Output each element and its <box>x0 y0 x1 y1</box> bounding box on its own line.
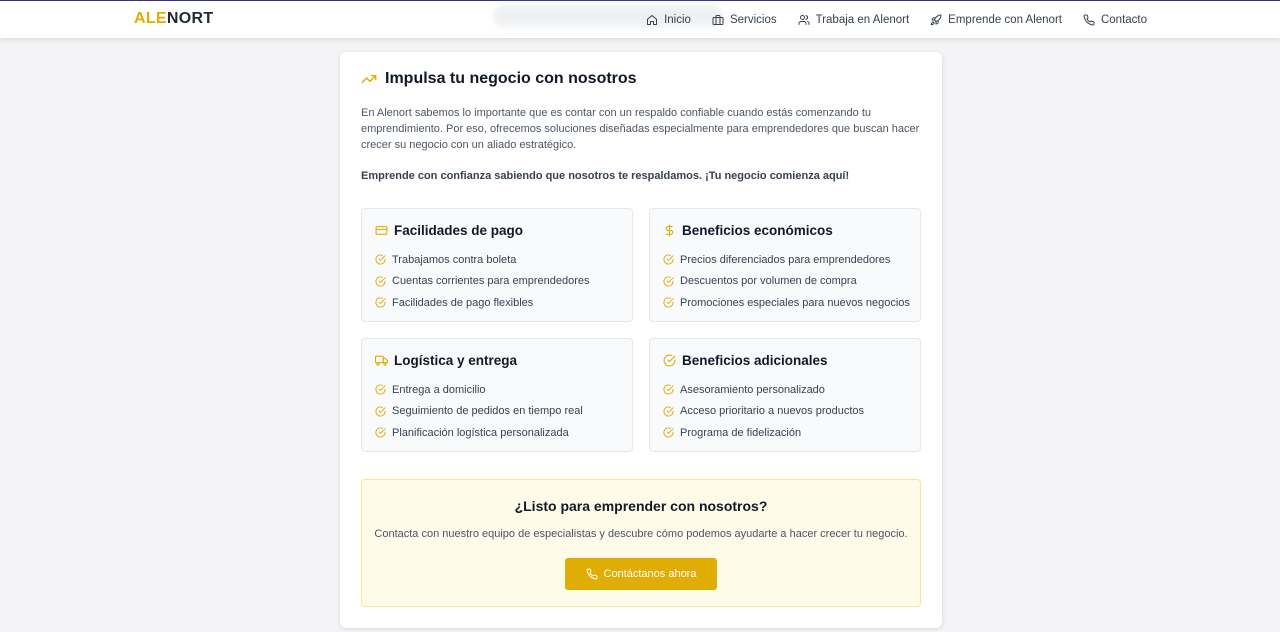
list-item: Precios diferenciados para emprendedores <box>663 249 910 271</box>
nav-contacto[interactable]: Contacto <box>1083 14 1147 26</box>
phone-icon <box>1083 14 1095 26</box>
top-navbar: ALENORT Inicio Servicios Trabaja en Alen… <box>0 0 1280 38</box>
box-header: Logística y entrega <box>375 353 517 368</box>
check-circle-icon <box>375 254 386 265</box>
check-circle-icon <box>375 406 386 417</box>
cta-panel: ¿Listo para emprender con nosotros? Cont… <box>361 479 921 607</box>
box-header: Facilidades de pago <box>375 223 523 238</box>
list-item-label: Planificación logística personalizada <box>392 426 569 439</box>
contact-now-button[interactable]: Contáctanos ahora <box>565 558 717 590</box>
nav-servicios-label: Servicios <box>729 14 777 26</box>
list-item-label: Promociones especiales para nuevos negoc… <box>680 296 910 309</box>
list-item: Promociones especiales para nuevos negoc… <box>663 292 910 314</box>
card-header: Impulsa tu negocio con nosotros <box>361 70 637 88</box>
cta-text: Contacta con nuestro equipo de especiali… <box>374 528 908 540</box>
box-header: Beneficios económicos <box>663 223 833 238</box>
nav-servicios[interactable]: Servicios <box>712 14 777 26</box>
list-item: Seguimiento de pedidos en tiempo real <box>375 401 583 423</box>
check-circle-icon <box>375 276 386 287</box>
box-logistica-entrega: Logística y entrega Entrega a domicilio … <box>361 338 633 452</box>
logo-part-nort: NORT <box>166 10 214 27</box>
home-icon <box>647 15 658 25</box>
list-item: Acceso prioritario a nuevos productos <box>663 401 864 423</box>
box-header: Beneficios adicionales <box>663 353 828 368</box>
nav-inicio[interactable]: Inicio <box>646 14 691 26</box>
intro-paragraph: En Alenort sabemos lo importante que es … <box>361 107 920 151</box>
list-item-label: Seguimiento de pedidos en tiempo real <box>392 405 583 418</box>
nav-emprende[interactable]: Emprende con Alenort <box>930 14 1062 26</box>
check-circle-icon <box>663 354 676 367</box>
check-circle-icon <box>663 384 674 395</box>
list-item-label: Precios diferenciados para emprendedores <box>680 253 891 266</box>
check-circle-icon <box>663 427 674 438</box>
brand-logo[interactable]: ALENORT <box>134 10 213 28</box>
check-circle-icon <box>375 297 386 308</box>
list-item: Planificación logística personalizada <box>375 422 583 444</box>
list-item: Programa de fidelización <box>663 422 864 444</box>
nav-trabaja[interactable]: Trabaja en Alenort <box>798 14 910 26</box>
list-item: Cuentas corrientes para emprendedores <box>375 271 590 293</box>
tagline-text: Emprende con confianza sabiendo que noso… <box>361 170 850 182</box>
box-title: Logística y entrega <box>394 353 518 368</box>
contact-now-button-label: Contáctanos ahora <box>603 568 697 580</box>
box-facilidades-pago: Facilidades de pago Trabajamos contra bo… <box>361 208 633 322</box>
credit-card-icon <box>375 226 388 235</box>
benefit-list: Entrega a domicilio Seguimiento de pedid… <box>375 379 583 444</box>
list-item-label: Acceso prioritario a nuevos productos <box>680 405 865 418</box>
check-circle-icon <box>663 297 674 308</box>
users-icon <box>798 15 810 25</box>
check-circle-icon <box>663 406 674 417</box>
briefcase-icon <box>712 15 724 25</box>
list-item: Trabajamos contra boleta <box>375 249 590 271</box>
box-title: Facilidades de pago <box>394 223 524 238</box>
cta-title: ¿Listo para emprender con nosotros? <box>514 498 768 514</box>
phone-icon <box>586 568 598 580</box>
check-circle-icon <box>663 254 674 265</box>
main-nav: Inicio Servicios Trabaja en Alenort Empr… <box>646 1 1147 39</box>
check-circle-icon <box>663 276 674 287</box>
emprende-card: Impulsa tu negocio con nosotros En Aleno… <box>340 52 942 628</box>
benefit-list: Trabajamos contra boleta Cuentas corrien… <box>375 249 590 314</box>
box-title: Beneficios económicos <box>682 223 833 238</box>
dollar-icon <box>665 224 674 237</box>
list-item: Descuentos por volumen de compra <box>663 271 910 293</box>
list-item-label: Entrega a domicilio <box>392 383 486 396</box>
box-beneficios-economicos: Beneficios económicos Precios diferencia… <box>649 208 921 322</box>
benefit-list: Precios diferenciados para emprendedores… <box>663 249 910 314</box>
trending-up-icon <box>361 74 377 84</box>
page-title: Impulsa tu negocio con nosotros <box>385 70 637 87</box>
nav-emprende-label: Emprende con Alenort <box>948 14 1062 26</box>
box-beneficios-adicionales: Beneficios adicionales Asesoramiento per… <box>649 338 921 452</box>
nav-trabaja-label: Trabaja en Alenort <box>815 14 910 26</box>
list-item-label: Programa de fidelización <box>680 426 802 439</box>
list-item-label: Cuentas corrientes para emprendedores <box>392 275 590 288</box>
check-circle-icon <box>375 427 386 438</box>
box-title: Beneficios adicionales <box>682 353 828 368</box>
nav-inicio-label: Inicio <box>664 14 691 26</box>
list-item-label: Facilidades de pago flexibles <box>392 296 534 309</box>
list-item-label: Descuentos por volumen de compra <box>680 275 857 288</box>
list-item-label: Asesoramiento personalizado <box>680 383 825 396</box>
nav-contacto-label: Contacto <box>1100 14 1147 26</box>
logo-part-ale: ALE <box>134 10 167 27</box>
list-item: Asesoramiento personalizado <box>663 379 864 401</box>
list-item: Facilidades de pago flexibles <box>375 292 590 314</box>
check-circle-icon <box>375 384 386 395</box>
rocket-icon <box>930 14 942 26</box>
list-item-label: Trabajamos contra boleta <box>392 253 517 266</box>
list-item: Entrega a domicilio <box>375 379 583 401</box>
benefit-list: Asesoramiento personalizado Acceso prior… <box>663 379 864 444</box>
truck-icon <box>375 355 388 366</box>
